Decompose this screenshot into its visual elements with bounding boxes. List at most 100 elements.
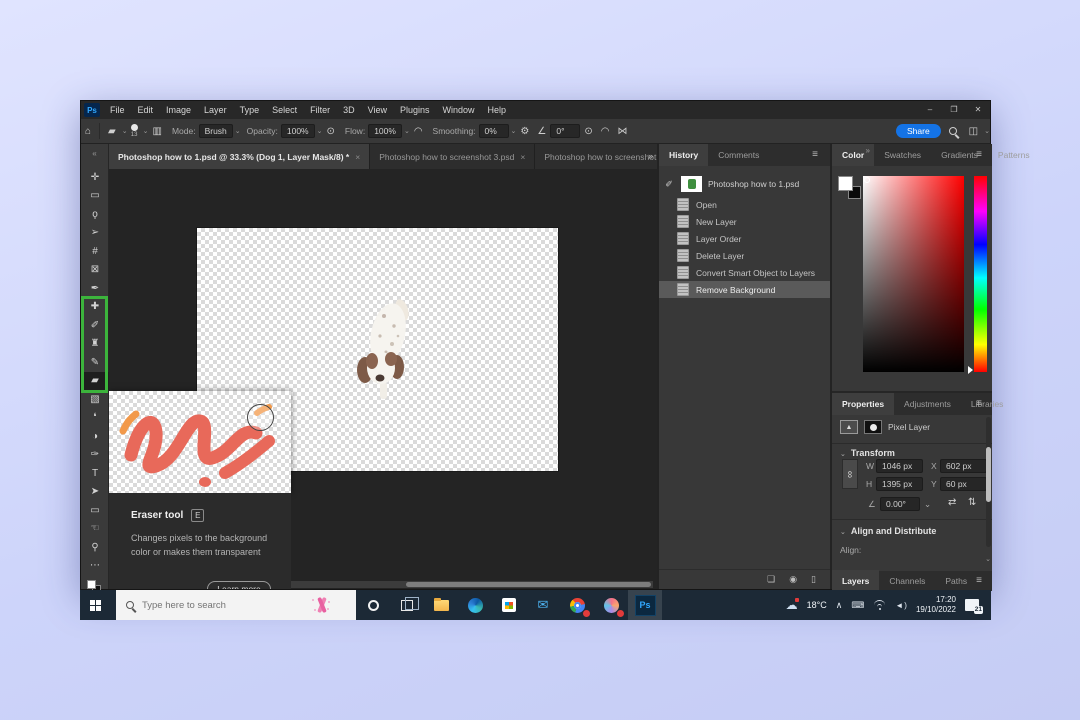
document-tab[interactable]: Photoshop how to screenshot [535, 144, 657, 169]
chevron-down-icon[interactable]: ⌄ [317, 127, 323, 135]
menu-item[interactable]: Window [443, 105, 475, 115]
start-button[interactable] [80, 590, 110, 620]
weather-icon[interactable]: ☁ [786, 598, 799, 612]
spot-healing-tool[interactable]: ✚ [81, 298, 109, 317]
workspace-icon[interactable]: ◫ [969, 126, 978, 137]
lasso-tool[interactable]: ϙ [81, 205, 109, 224]
airbrush-mode-icon[interactable]: ◠ [601, 126, 610, 137]
action-center-icon[interactable]: 21 [965, 599, 983, 614]
x-field[interactable]: 602 px [940, 459, 987, 473]
gear-icon[interactable]: ⚙ [520, 126, 529, 137]
smoothing-field[interactable]: 0% [478, 124, 509, 138]
menu-item[interactable]: View [368, 105, 387, 115]
chrome-button[interactable] [560, 590, 594, 620]
height-field[interactable]: 1395 px [876, 477, 923, 491]
taskbar-search[interactable] [116, 590, 356, 620]
document-tab[interactable]: Photoshop how to screenshot 3.psd × [370, 144, 536, 169]
rotation-field[interactable]: 0.00° [880, 497, 920, 511]
temperature[interactable]: 18°C [807, 600, 827, 610]
brush-tool[interactable]: ✐ [81, 316, 109, 335]
close-tab-icon[interactable]: × [355, 152, 360, 162]
pressure-size-icon[interactable]: ⊙ [584, 126, 592, 137]
fg-bg-swatches[interactable] [838, 176, 864, 202]
brush-size-picker[interactable]: 13 [130, 124, 138, 138]
panel-tab[interactable]: Swatches [874, 144, 931, 166]
history-state[interactable]: New Layer [659, 213, 830, 230]
panel-menu-icon[interactable]: ≡ [976, 398, 982, 409]
clock[interactable]: 17:20 19/10/2022 [916, 595, 956, 616]
cortana-button[interactable] [356, 590, 390, 620]
learn-more-button[interactable]: Learn more [207, 581, 271, 589]
menu-item[interactable]: Image [166, 105, 191, 115]
history-state[interactable]: Layer Order [659, 230, 830, 247]
panel-menu-icon[interactable]: ≡ [976, 149, 982, 160]
home-icon[interactable]: ⌂ [85, 126, 91, 137]
menu-item[interactable]: Type [240, 105, 260, 115]
document-tab[interactable]: Photoshop how to 1.psd @ 33.3% (Dog 1, L… [109, 144, 371, 169]
clone-stamp-tool[interactable]: ♜ [81, 335, 109, 354]
restore-button[interactable]: ❐ [942, 101, 966, 119]
eyedropper-tool[interactable]: ✒ [81, 279, 109, 298]
keyboard-icon[interactable]: ⌨ [851, 600, 864, 611]
panel-tab[interactable]: Channels [879, 570, 935, 592]
symmetry-icon[interactable]: ⋈ [617, 126, 627, 137]
marquee-tool[interactable]: ▭ [81, 187, 109, 206]
panel-tab[interactable]: Comments [708, 144, 769, 166]
canvas-area[interactable]: Eraser tool E Changes pixels to the back… [109, 169, 657, 589]
search-icon[interactable] [948, 127, 957, 135]
close-button[interactable]: ✕ [966, 101, 990, 119]
scrollbar-thumb[interactable] [986, 447, 991, 502]
minimize-button[interactable]: – [918, 101, 942, 119]
store-button[interactable] [492, 590, 526, 620]
menu-item[interactable]: Select [272, 105, 297, 115]
collapse-dock-icon[interactable]: » [866, 146, 870, 155]
mail-button[interactable]: ✉ [526, 590, 560, 620]
toggle-brush-panel-icon[interactable]: ▥ [153, 126, 162, 137]
photos-button[interactable] [594, 590, 628, 620]
blur-tool[interactable]: ❛ [81, 409, 109, 428]
scroll-down-icon[interactable]: ⌄ [985, 555, 991, 563]
file-explorer-button[interactable] [424, 590, 458, 620]
flip-vertical-icon[interactable]: ⇅ [968, 497, 976, 508]
chevron-down-icon[interactable]: ⌄ [143, 127, 149, 135]
panel-tab[interactable]: Properties [832, 393, 895, 415]
y-field[interactable]: 60 px [940, 477, 987, 491]
width-field[interactable]: 1046 px [876, 459, 923, 473]
foreground-color-swatch[interactable] [838, 176, 853, 191]
panel-tab[interactable]: Layers [832, 570, 880, 592]
horizontal-scrollbar[interactable] [291, 581, 653, 588]
panel-menu-icon[interactable]: ≡ [976, 575, 982, 586]
panel-tab[interactable]: Paths [935, 570, 977, 592]
pen-tool[interactable]: ✑ [81, 446, 109, 465]
panel-tab[interactable]: Libraries [961, 393, 1014, 415]
more-tools[interactable]: ⋯ [81, 557, 109, 576]
transform-section-header[interactable]: ⌄ Transform [840, 448, 895, 458]
delete-state-icon[interactable]: ▯ [811, 574, 816, 585]
foreground-color-swatch[interactable] [87, 580, 96, 589]
photoshop-taskbar-button[interactable]: Ps [628, 590, 662, 620]
opacity-field[interactable]: 100% [280, 124, 315, 138]
menu-item[interactable]: Layer [204, 105, 227, 115]
chevron-down-icon[interactable]: ⌄ [924, 499, 931, 510]
history-snapshot[interactable]: ✐ Photoshop how to 1.psd [659, 172, 830, 196]
path-select-tool[interactable]: ➤ [81, 483, 109, 502]
tab-overflow-icon[interactable]: » [648, 144, 653, 169]
hue-slider[interactable] [974, 176, 987, 372]
search-input[interactable] [142, 599, 292, 611]
share-button[interactable]: Share [895, 124, 941, 138]
menu-item[interactable]: File [110, 105, 125, 115]
chevron-down-icon[interactable]: ⌄ [235, 127, 241, 135]
panel-tab[interactable]: History [659, 144, 709, 166]
hue-slider-marker[interactable] [968, 366, 973, 374]
menu-item[interactable]: Filter [310, 105, 330, 115]
zoom-tool[interactable]: ⚲ [81, 538, 109, 557]
hidden-icons-chevron[interactable]: ∧ [836, 600, 843, 611]
mode-select[interactable]: Brush [198, 124, 233, 138]
volume-icon[interactable]: ◄ [895, 601, 907, 610]
chevron-down-icon[interactable]: ⌄ [511, 127, 517, 135]
color-picker-marker[interactable] [864, 177, 870, 183]
crop-tool[interactable]: # [81, 242, 109, 261]
object-selection-tool[interactable]: ➢ [81, 224, 109, 243]
scrollbar-thumb[interactable] [406, 582, 651, 587]
menu-item[interactable]: Edit [138, 105, 154, 115]
